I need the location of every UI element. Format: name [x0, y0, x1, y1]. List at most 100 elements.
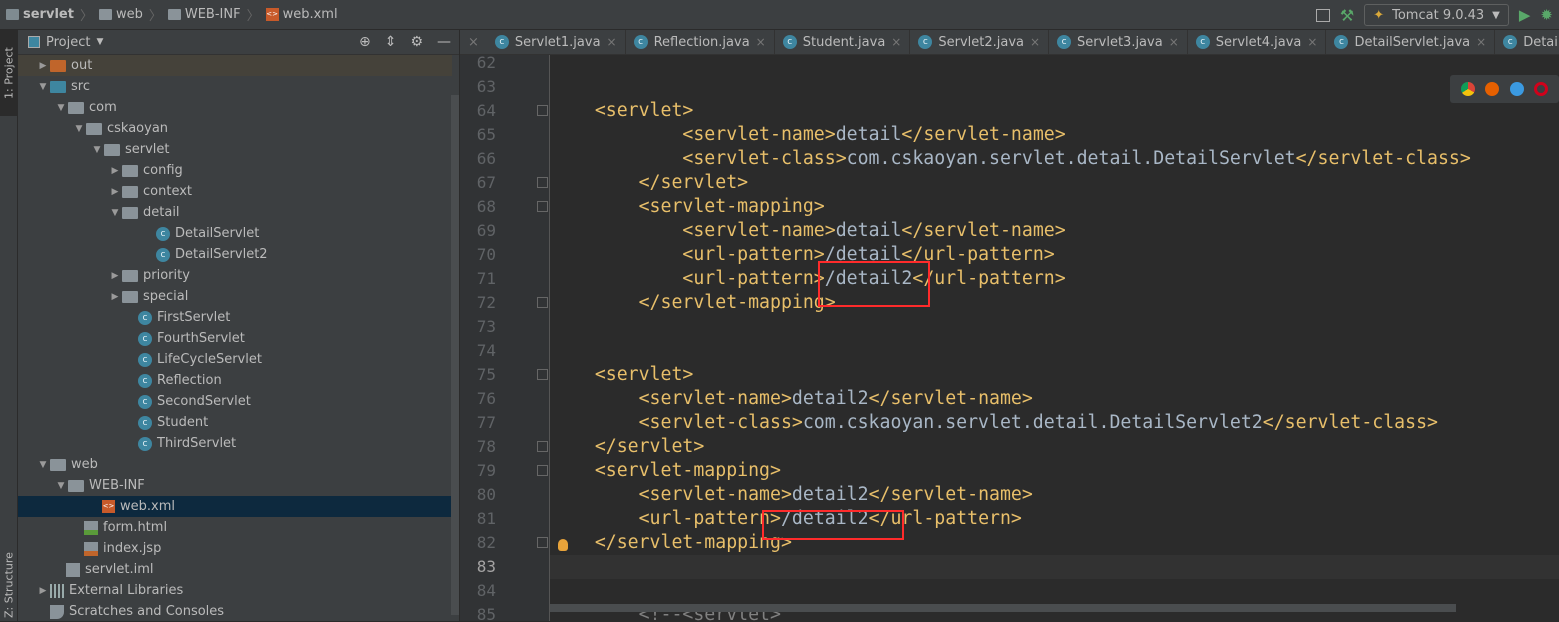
tree-item[interactable]: c LifeCycleServlet	[18, 349, 452, 370]
fold-marker-icon[interactable]	[537, 441, 548, 452]
breadcrumb-project[interactable]: servlet	[6, 7, 74, 22]
close-icon[interactable]: ×	[607, 35, 617, 49]
tree-item[interactable]: ▼ src	[18, 76, 452, 97]
debug-icon[interactable]: ✹	[1540, 6, 1553, 24]
tree-item[interactable]: c FirstServlet	[18, 307, 452, 328]
tree-item-label: Student	[157, 415, 209, 430]
tree-item[interactable]: Scratches and Consoles	[18, 601, 452, 622]
class-icon: c	[494, 35, 509, 49]
chevron-down-icon[interactable]: ▼	[36, 460, 50, 470]
tree-item[interactable]: ▶ External Libraries	[18, 580, 452, 601]
tree-item[interactable]: c FourthServlet	[18, 328, 452, 349]
chevron-right-icon[interactable]: ▶	[36, 586, 50, 596]
chrome-icon[interactable]	[1461, 82, 1476, 96]
tree-item[interactable]: c ThirdServlet	[18, 433, 452, 454]
code-editor[interactable]: 62 63 64 65 66 67 68 69 70 71 72 73 74 75 76 77 78 79 80 81…	[460, 55, 1559, 621]
locate-icon[interactable]: ⊕	[359, 34, 371, 50]
gear-icon[interactable]: ⚙	[410, 34, 423, 50]
code-line: <servlet>	[551, 363, 694, 387]
xml-text: com.cskaoyan.servlet.detail.DetailServle…	[846, 148, 1296, 169]
chevron-down-icon[interactable]: ▼	[108, 208, 122, 218]
tree-item[interactable]: form.html	[18, 517, 452, 538]
hide-icon[interactable]: —	[437, 34, 451, 50]
horizontal-scrollbar[interactable]	[550, 604, 1456, 612]
project-view-selector[interactable]: Project	[46, 35, 90, 50]
code-line: <servlet-mapping>	[551, 195, 825, 219]
tree-item[interactable]: ▼ web	[18, 454, 452, 475]
close-icon[interactable]: ×	[1169, 35, 1179, 49]
fold-marker-icon[interactable]	[537, 465, 548, 476]
tab-servlet3-java[interactable]: c Servlet3.java ×	[1049, 30, 1188, 54]
layout-icon[interactable]	[1315, 8, 1330, 22]
build-hammer-icon[interactable]: ⚒	[1340, 6, 1354, 25]
tab-servlet2-java[interactable]: c Servlet2.java ×	[910, 30, 1050, 54]
lightbulb-icon[interactable]	[558, 539, 568, 551]
tree-item[interactable]: c Reflection	[18, 370, 452, 391]
tree-item-label: WEB-INF	[89, 478, 145, 493]
close-icon[interactable]: ×	[1476, 35, 1486, 49]
tree-item[interactable]: ▼ servlet	[18, 139, 452, 160]
structure-tool-tab[interactable]: Z: Structure	[0, 550, 18, 620]
tree-item[interactable]: c SecondServlet	[18, 391, 452, 412]
run-configuration-dropdown[interactable]: ✦ Tomcat 9.0.43 ▼	[1364, 4, 1509, 26]
chevron-down-icon[interactable]: ▼	[90, 145, 104, 155]
close-icon[interactable]: ×	[1030, 35, 1040, 49]
fold-marker-icon[interactable]	[537, 369, 548, 380]
chevron-right-icon[interactable]: ▶	[108, 271, 122, 281]
tree-item[interactable]: ▼ WEB-INF	[18, 475, 452, 496]
tab-detailservlet-java[interactable]: c DetailServlet.java ×	[1326, 30, 1496, 54]
fold-marker-icon[interactable]	[537, 177, 548, 188]
tree-item[interactable]: ▼ cskaoyan	[18, 118, 452, 139]
opera-icon[interactable]	[1533, 82, 1548, 96]
close-icon[interactable]: ×	[460, 35, 487, 50]
tab-servlet4-java[interactable]: c Servlet4.java ×	[1188, 30, 1327, 54]
chevron-right-icon[interactable]: ▶	[108, 166, 122, 176]
tree-item[interactable]: index.jsp	[18, 538, 452, 559]
tree-item[interactable]: ▶ priority	[18, 265, 452, 286]
chevron-down-icon[interactable]: ▼	[54, 481, 68, 491]
run-icon[interactable]: ▶	[1519, 6, 1531, 24]
tree-item[interactable]: ▶ special	[18, 286, 452, 307]
breadcrumb-web[interactable]: web	[98, 7, 143, 22]
close-icon[interactable]: ×	[1307, 35, 1317, 49]
chevron-down-icon[interactable]: ▼	[96, 37, 103, 47]
chevron-down-icon[interactable]: ▼	[54, 103, 68, 113]
chevron-down-icon[interactable]: ▼	[72, 124, 86, 134]
fold-marker-icon[interactable]	[537, 201, 548, 212]
tree-item-label: DetailServlet	[175, 226, 260, 241]
tree-item[interactable]: c Student	[18, 412, 452, 433]
tree-item[interactable]: ▶ context	[18, 181, 452, 202]
project-scrollbar[interactable]	[451, 95, 459, 615]
safari-icon[interactable]	[1509, 82, 1524, 96]
tab-servlet1-java[interactable]: c Servlet1.java ×	[487, 30, 626, 54]
tree-item[interactable]: ▼ detail	[18, 202, 452, 223]
fold-marker-icon[interactable]	[537, 297, 548, 308]
firefox-icon[interactable]	[1485, 82, 1500, 96]
chevron-right-icon[interactable]: ▶	[108, 292, 122, 302]
fold-marker-icon[interactable]	[537, 105, 548, 116]
collapse-all-icon[interactable]: ⇕	[385, 34, 397, 50]
close-icon[interactable]: ×	[891, 35, 901, 49]
tree-item[interactable]: ▶ out	[18, 55, 452, 76]
tree-item[interactable]: ▶ config	[18, 160, 452, 181]
chevron-down-icon[interactable]: ▼	[36, 82, 50, 92]
tree-item-label: detail	[143, 205, 180, 220]
line-number: 79	[476, 461, 496, 480]
tree-item[interactable]: servlet.iml	[18, 559, 452, 580]
chevron-right-icon[interactable]: ▶	[36, 61, 50, 71]
tab-reflection-java[interactable]: c Reflection.java ×	[626, 30, 775, 54]
code-line: </servlet>	[551, 171, 749, 195]
tab-student-java[interactable]: c Student.java ×	[775, 30, 911, 54]
breadcrumb-web-xml[interactable]: <> web.xml	[265, 7, 338, 22]
tab-detailservlet2-java[interactable]: cDetailServlet2.java×	[1495, 30, 1559, 54]
close-icon[interactable]: ×	[756, 35, 766, 49]
tree-item[interactable]: c DetailServlet2	[18, 244, 452, 265]
line-number: 75	[476, 365, 496, 384]
tree-item[interactable]: <> web.xml	[18, 496, 452, 517]
breadcrumb-web-inf[interactable]: WEB-INF	[167, 7, 241, 22]
fold-marker-icon[interactable]	[537, 537, 548, 548]
project-tool-tab[interactable]: 1: Project	[0, 30, 18, 116]
tree-item[interactable]: c DetailServlet	[18, 223, 452, 244]
chevron-right-icon[interactable]: ▶	[108, 187, 122, 197]
tree-item[interactable]: ▼ com	[18, 97, 452, 118]
